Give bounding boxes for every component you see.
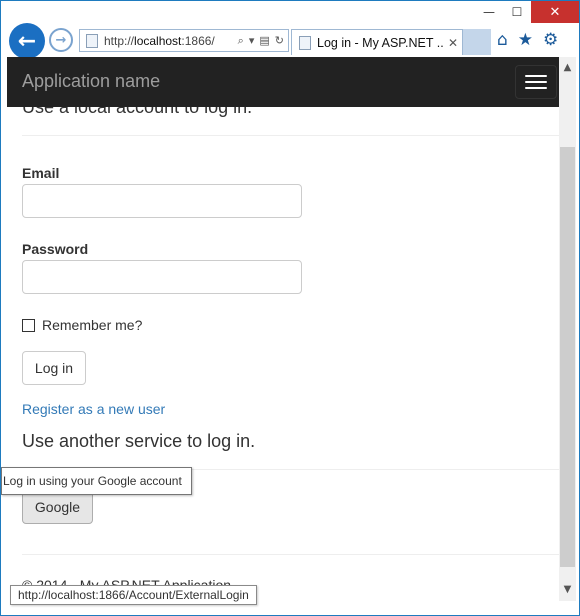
address-bar[interactable]: http://localhost:1866/ ⌕ ▾ ▤ ↻: [79, 29, 289, 52]
close-window-button[interactable]: ✕: [531, 1, 579, 23]
google-login-button[interactable]: Google: [22, 490, 93, 524]
search-icon[interactable]: ⌕: [238, 34, 244, 48]
email-label: Email: [22, 165, 60, 181]
divider: [22, 135, 559, 136]
external-login-heading: Use another service to log in.: [22, 431, 256, 451]
brand-link[interactable]: Application name: [22, 71, 160, 92]
password-field[interactable]: [22, 260, 302, 294]
google-tooltip: Log in using your Google account: [1, 467, 192, 495]
email-field[interactable]: [22, 184, 302, 218]
maximize-button[interactable]: ☐: [503, 1, 531, 23]
scroll-down-icon[interactable]: ▼: [559, 579, 576, 599]
remember-me-checkbox[interactable]: [22, 319, 35, 332]
arrow-left-icon: ←: [17, 28, 37, 54]
footer-divider: [22, 554, 559, 555]
register-link[interactable]: Register as a new user: [22, 401, 165, 417]
compatibility-icon[interactable]: ▤: [259, 34, 269, 48]
vertical-scrollbar[interactable]: ▲ ▼: [559, 57, 576, 601]
page-icon: [86, 33, 98, 48]
new-tab-button[interactable]: [463, 29, 491, 55]
tab-title: Log in - My ASP.NET ...: [317, 35, 444, 50]
remember-me[interactable]: Remember me?: [22, 317, 142, 333]
page-content: Use a local account to log in. Email Pas…: [7, 57, 559, 601]
browser-command-icons: ⌂ ★ ⚙: [497, 30, 558, 50]
maximize-icon: ☐: [511, 5, 523, 19]
refresh-icon[interactable]: ↻: [275, 34, 284, 48]
minimize-button[interactable]: —: [475, 1, 503, 23]
scroll-up-icon[interactable]: ▲: [559, 57, 576, 77]
browser-window: — ☐ ✕ ← → http://localhost:1866/ ⌕ ▾ ▤ ↻…: [0, 0, 580, 616]
hamburger-icon: [525, 75, 547, 77]
title-bar: — ☐ ✕: [1, 1, 579, 23]
page-viewport: Use a local account to log in. Email Pas…: [7, 57, 559, 601]
status-url: http://localhost:1866/Account/ExternalLo…: [10, 585, 257, 605]
address-bar-icons: ⌕ ▾ ▤ ↻: [234, 34, 288, 48]
login-button[interactable]: Log in: [22, 351, 86, 385]
tab-log-in[interactable]: Log in - My ASP.NET ... ✕: [291, 29, 463, 55]
page-icon: [299, 35, 311, 50]
chevron-down-icon[interactable]: ▾: [249, 34, 255, 48]
site-navbar: Application name: [7, 57, 559, 107]
close-icon: ✕: [549, 4, 561, 20]
minimize-icon: —: [483, 5, 495, 19]
home-icon[interactable]: ⌂: [497, 30, 508, 50]
remember-me-label: Remember me?: [42, 317, 143, 333]
gear-icon[interactable]: ⚙: [543, 30, 558, 50]
star-icon[interactable]: ★: [518, 30, 533, 50]
address-url[interactable]: http://localhost:1866/: [104, 34, 234, 48]
scrollbar-thumb[interactable]: [560, 147, 575, 567]
forward-button[interactable]: →: [49, 28, 73, 52]
password-label: Password: [22, 241, 89, 257]
navbar-toggle-button[interactable]: [515, 65, 557, 99]
back-button[interactable]: ←: [9, 23, 45, 59]
browser-toolbar: ← → http://localhost:1866/ ⌕ ▾ ▤ ↻ Log i…: [1, 23, 579, 59]
arrow-right-icon: →: [55, 32, 67, 48]
close-tab-icon[interactable]: ✕: [444, 36, 462, 50]
